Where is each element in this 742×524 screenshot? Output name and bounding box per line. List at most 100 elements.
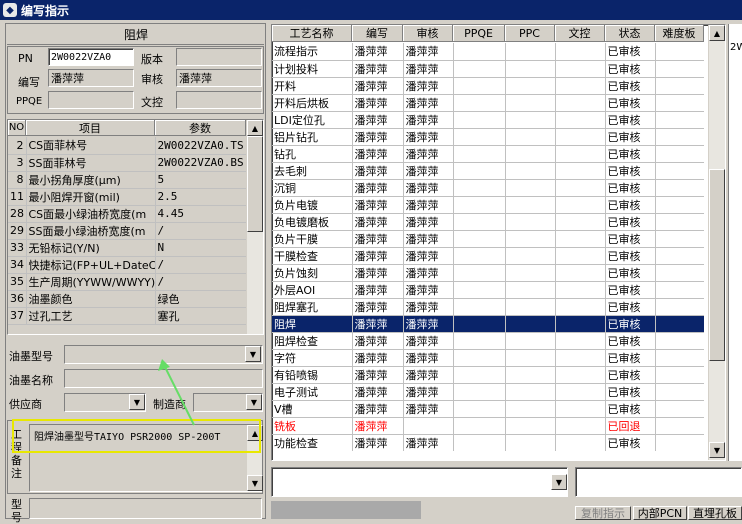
process-cell [555,366,606,384]
process-cell [505,179,556,197]
process-cell: 潘萍萍 [403,400,454,418]
table-row[interactable]: 干膜检查 潘萍萍 潘萍萍 已审核 [272,247,704,265]
process-cell [655,434,704,451]
process-cell [655,332,704,350]
table-row[interactable]: 钻孔 潘萍萍 潘萍萍 已审核 [272,145,704,163]
table-row[interactable]: 34 快捷标记(FP+UL+DateCo / [8,256,246,274]
process-header-2[interactable]: 审核 [403,25,453,42]
process-cell [505,281,556,299]
reviewer-field[interactable]: 潘萍萍 [176,69,262,87]
process-cell [555,434,606,451]
table-row[interactable]: LDI定位孔 潘萍萍 潘萍萍 已审核 [272,111,704,129]
table-row[interactable]: 功能检查 潘萍萍 潘萍萍 已审核 [272,434,704,451]
version-field[interactable] [176,48,262,66]
table-row[interactable]: 29 SS面最小绿油桥宽度(m / [8,222,246,240]
table-row[interactable]: 电子测试 潘萍萍 潘萍萍 已审核 [272,383,704,401]
table-row[interactable]: 阻焊检查 潘萍萍 潘萍萍 已审核 [272,332,704,350]
maker-dropdown-icon[interactable]: ▼ [246,394,262,410]
table-row[interactable]: 8 最小拐角厚度(μm) 5 [8,171,246,189]
table-row[interactable]: 11 最小阻焊开窗(mil) 2.5 [8,188,246,206]
internal-pcn-button[interactable]: 内部PCN [633,506,687,520]
table-row[interactable]: 负片电镀 潘萍萍 潘萍萍 已审核 [272,196,704,214]
buried-via-button[interactable]: 直埋孔板 [688,506,742,520]
table-row[interactable]: V槽 潘萍萍 潘萍萍 已审核 [272,400,704,418]
process-cell [505,349,556,367]
table-row[interactable]: 37 过孔工艺 塞孔 [8,307,246,325]
extra-field[interactable] [575,467,742,497]
process-cell [555,128,606,146]
table-row[interactable]: 负片干膜 潘萍萍 潘萍萍 已审核 [272,230,704,248]
table-row[interactable]: 负电镀磨板 潘萍萍 潘萍萍 已审核 [272,213,704,231]
table-row[interactable]: 负片蚀刻 潘萍萍 潘萍萍 已审核 [272,264,704,282]
process-header-7[interactable]: 难度板 [655,25,704,42]
scroll-down-icon[interactable]: ▼ [247,475,263,491]
table-row[interactable]: 开料后烘板 潘萍萍 潘萍萍 已审核 [272,94,704,112]
process-cell: 铣板 [272,417,353,435]
process-cell [555,298,606,316]
table-row[interactable]: 2 CS面菲林号 2W0022VZA0.TS [8,137,246,155]
table-row[interactable]: 铣板 潘萍萍 已回退 [272,417,704,435]
process-header-0[interactable]: 工艺名称 [272,25,352,42]
table-row[interactable]: 沉铜 潘萍萍 潘萍萍 已审核 [272,179,704,197]
process-header-5[interactable]: 文控 [555,25,605,42]
process-cell: 阻焊检查 [272,332,353,350]
table-row[interactable]: 3 SS面菲林号 2W0022VZA0.BS [8,154,246,172]
process-cell [453,383,506,401]
param-value-cell: / [155,222,246,240]
copy-instruction-button[interactable]: 复制指示 [575,506,631,520]
process-combo-dropdown-icon[interactable]: ▼ [551,474,567,490]
process-cell: 潘萍萍 [352,349,404,367]
process-header-1[interactable]: 编写 [352,25,403,42]
process-cell [453,43,506,61]
ppqe-field[interactable] [48,91,134,109]
table-row[interactable]: 开料 潘萍萍 潘萍萍 已审核 [272,77,704,95]
process-cell: 潘萍萍 [403,315,454,333]
ink-model-dropdown-icon[interactable]: ▼ [245,346,261,362]
process-cell [555,179,606,197]
param-no-cell: 11 [8,188,27,206]
param-header-no[interactable]: NO [8,120,26,136]
param-no-cell: 2 [8,137,27,155]
highlight-box [12,419,261,453]
param-table-scrollbar[interactable]: ▲ [246,120,263,334]
table-row[interactable]: 33 无铅标记(Y/N) N [8,239,246,257]
scroll-thumb[interactable] [247,136,263,232]
process-cell [403,417,454,435]
param-header-value[interactable]: 参数 [155,120,246,136]
scroll-down-icon[interactable]: ▼ [709,442,725,458]
param-header-item[interactable]: 项目 [26,120,155,136]
process-cell: 潘萍萍 [403,281,454,299]
table-row[interactable]: 流程指示 潘萍萍 潘萍萍 已审核 [272,43,704,61]
pn-field[interactable]: 2W0022VZA0 [48,48,134,66]
scroll-up-icon[interactable]: ▲ [247,120,263,136]
process-cell: 电子测试 [272,383,353,401]
doc-control-field[interactable] [176,91,262,109]
table-row[interactable]: 字符 潘萍萍 潘萍萍 已审核 [272,349,704,367]
param-value-cell: N [155,239,246,257]
process-header-3[interactable]: PPQE [453,25,505,42]
scroll-up-icon[interactable]: ▲ [709,25,725,41]
process-cell [655,230,704,248]
process-header-4[interactable]: PPC [505,25,555,42]
doc-control-label: 文控 [141,96,163,109]
table-row[interactable]: 外层AOI 潘萍萍 潘萍萍 已审核 [272,281,704,299]
table-row[interactable]: 阻焊 潘萍萍 潘萍萍 已审核 [272,315,704,333]
model-field[interactable] [29,498,262,519]
process-combo[interactable] [271,467,568,497]
process-cell: 已审核 [605,94,656,112]
process-cell: 潘萍萍 [403,94,454,112]
table-row[interactable]: 计划投料 潘萍萍 潘萍萍 已审核 [272,60,704,78]
scroll-thumb[interactable] [709,169,725,361]
table-row[interactable]: 阻焊塞孔 潘萍萍 潘萍萍 已审核 [272,298,704,316]
table-row[interactable]: 35 生产周期(YYWW/WWYY) / [8,273,246,291]
table-row[interactable]: 铝片钻孔 潘萍萍 潘萍萍 已审核 [272,128,704,146]
table-row[interactable]: 有铅喷锡 潘萍萍 潘萍萍 已审核 [272,366,704,384]
table-row[interactable]: 去毛刺 潘萍萍 潘萍萍 已审核 [272,162,704,180]
supplier-dropdown-icon[interactable]: ▼ [129,394,145,410]
version-label: 版本 [141,53,163,66]
author-field[interactable]: 潘萍萍 [48,69,134,87]
table-row[interactable]: 36 油墨颜色 绿色 [8,290,246,308]
process-header-6[interactable]: 状态 [605,25,655,42]
table-row[interactable]: 28 CS面最小绿油桥宽度(m 4.45 [8,205,246,223]
process-table-scrollbar[interactable]: ▲ ▼ [708,25,725,460]
